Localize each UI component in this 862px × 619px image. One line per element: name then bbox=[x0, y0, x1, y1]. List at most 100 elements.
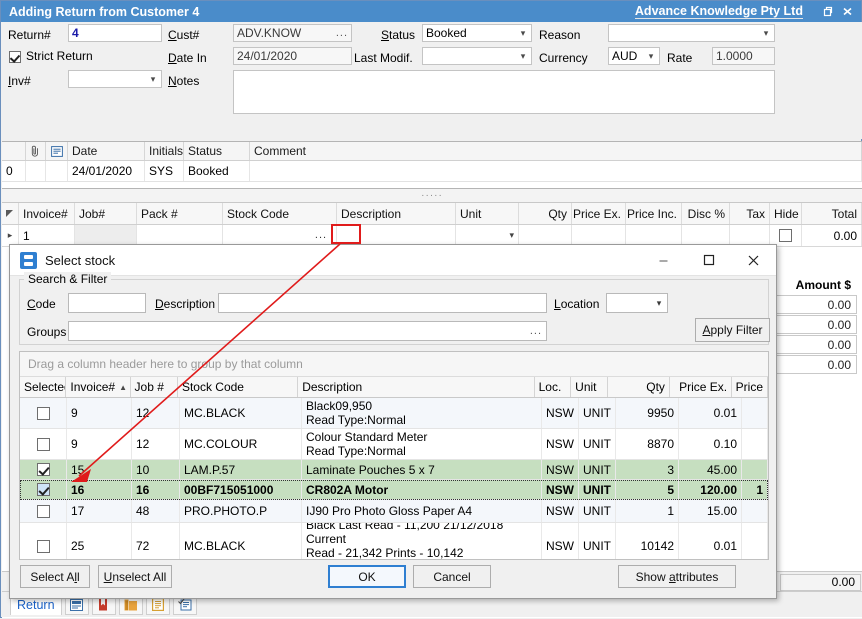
row-select-checkbox[interactable] bbox=[37, 438, 50, 451]
header-stock-code[interactable]: Stock Code bbox=[223, 203, 337, 224]
select-all-button[interactable]: Select All bbox=[20, 565, 90, 588]
history-grid-header: Date Initials Status Comment bbox=[2, 142, 862, 161]
code-input[interactable] bbox=[68, 293, 146, 313]
row-select-checkbox[interactable] bbox=[37, 463, 50, 476]
return-number-field[interactable]: 4 bbox=[68, 24, 162, 42]
header-price-ex[interactable]: Price Ex. bbox=[670, 377, 732, 397]
header-price-ex[interactable]: Price Ex. bbox=[572, 203, 626, 224]
header-stock-code[interactable]: Stock Code bbox=[178, 377, 298, 397]
header-qty[interactable]: Qty bbox=[519, 203, 572, 224]
row-select-checkbox[interactable] bbox=[37, 540, 50, 553]
row-selected[interactable] bbox=[20, 429, 67, 459]
close-icon[interactable] bbox=[837, 2, 857, 21]
cancel-button[interactable]: Cancel bbox=[413, 565, 491, 588]
header-pack[interactable]: Pack # bbox=[137, 203, 223, 224]
row-disc[interactable] bbox=[682, 225, 730, 246]
row-pack[interactable] bbox=[137, 225, 223, 246]
row-tax[interactable] bbox=[730, 225, 770, 246]
row-selected[interactable] bbox=[20, 480, 67, 499]
inv-number-combo[interactable]: ▾ bbox=[68, 70, 162, 88]
groups-input[interactable]: ... bbox=[68, 321, 547, 341]
table-row[interactable]: 9 12 MC.BLACK Black09,950 Read Type:Norm… bbox=[20, 398, 768, 429]
cust-number-field[interactable]: ADV.KNOW ... bbox=[233, 24, 352, 42]
row-stock-code[interactable]: ... bbox=[223, 225, 337, 246]
row-invoice: 16 bbox=[67, 480, 132, 499]
table-row[interactable]: 9 12 MC.COLOUR Colour Standard Meter Rea… bbox=[20, 429, 768, 460]
header-description[interactable]: Description bbox=[337, 203, 456, 224]
header-total[interactable]: Total bbox=[802, 203, 862, 224]
grid-splitter[interactable]: ····· bbox=[2, 189, 862, 203]
row-description-line1: Black Last Read - 11,200 21/12/2018 Curr… bbox=[306, 523, 537, 546]
cust-ellipsis-icon[interactable]: ... bbox=[332, 27, 348, 39]
row-price-inc[interactable] bbox=[626, 225, 682, 246]
date-in-value: 24/01/2020 bbox=[237, 49, 348, 63]
table-row[interactable]: 16 16 00BF715051000 CR802A Motor NSW UNI… bbox=[20, 480, 768, 500]
header-qty[interactable]: Qty bbox=[608, 377, 670, 397]
table-row[interactable]: 17 48 PRO.PHOTO.P IJ90 Pro Photo Gloss P… bbox=[20, 500, 768, 523]
stock-icon bbox=[20, 252, 37, 269]
reason-combo[interactable]: ▾ bbox=[608, 24, 775, 42]
show-attributes-button[interactable]: Show attributes bbox=[618, 565, 736, 588]
last-modif-combo[interactable]: ▾ bbox=[422, 47, 532, 65]
header-price-inc[interactable]: Price bbox=[732, 377, 768, 397]
close-icon[interactable] bbox=[731, 246, 776, 275]
row-selected[interactable] bbox=[20, 398, 67, 428]
header-disc[interactable]: Disc % bbox=[682, 203, 730, 224]
description-input[interactable] bbox=[218, 293, 547, 313]
window-title: Adding Return from Customer 4 bbox=[9, 5, 199, 19]
row-selected[interactable] bbox=[20, 460, 67, 479]
row-selected[interactable] bbox=[20, 523, 67, 560]
hide-checkbox[interactable] bbox=[779, 229, 792, 242]
row-select-checkbox[interactable] bbox=[37, 483, 50, 496]
table-row[interactable]: 25 72 MC.BLACK Black Last Read - 11,200 … bbox=[20, 523, 768, 560]
unselect-all-button[interactable]: Unselect All bbox=[98, 565, 172, 588]
groups-label: Groups bbox=[27, 325, 66, 339]
maximize-icon[interactable] bbox=[686, 246, 731, 275]
row-select-checkbox[interactable] bbox=[37, 407, 50, 420]
location-combo[interactable]: ▾ bbox=[606, 293, 668, 313]
row-price-inc bbox=[742, 460, 768, 479]
currency-combo[interactable]: AUD ▾ bbox=[608, 47, 660, 65]
row-qty[interactable] bbox=[519, 225, 572, 246]
stock-code-ellipsis-button[interactable]: ... bbox=[310, 227, 332, 242]
header-status[interactable]: Status bbox=[184, 142, 250, 160]
minimize-icon[interactable] bbox=[641, 246, 686, 275]
header-loc[interactable]: Loc. bbox=[535, 377, 572, 397]
ok-button[interactable]: OK bbox=[328, 565, 406, 588]
header-initials[interactable]: Initials bbox=[145, 142, 184, 160]
row-job[interactable] bbox=[75, 225, 137, 246]
status-combo[interactable]: Booked ▾ bbox=[422, 24, 532, 42]
row-description: Laminate Pouches 5 x 7 bbox=[302, 460, 542, 479]
header-invoice[interactable]: Invoice# ▲ bbox=[66, 377, 130, 397]
header-unit[interactable]: Unit bbox=[456, 203, 519, 224]
row-select-checkbox[interactable] bbox=[37, 505, 50, 518]
header-comment[interactable]: Comment bbox=[250, 142, 862, 160]
row-job: 12 bbox=[132, 429, 180, 459]
header-invoice[interactable]: Invoice# bbox=[19, 203, 75, 224]
rate-field[interactable]: 1.0000 bbox=[712, 47, 775, 65]
row-unit[interactable]: ▾ bbox=[456, 225, 519, 246]
table-row[interactable]: 0 24/01/2020 SYS Booked bbox=[2, 161, 862, 182]
header-hide[interactable]: Hide bbox=[770, 203, 802, 224]
header-job[interactable]: Job # bbox=[131, 377, 178, 397]
header-price-inc[interactable]: Price Inc. bbox=[626, 203, 682, 224]
header-job[interactable]: Job# bbox=[75, 203, 137, 224]
header-description[interactable]: Description bbox=[298, 377, 534, 397]
group-by-drop-area[interactable]: Drag a column header here to group by th… bbox=[20, 352, 768, 377]
row-hide[interactable] bbox=[770, 225, 802, 246]
row-selected[interactable] bbox=[20, 500, 67, 522]
grid-menu-icon[interactable] bbox=[2, 203, 19, 224]
row-price-ex[interactable] bbox=[572, 225, 626, 246]
strict-return-checkbox[interactable] bbox=[9, 51, 21, 63]
header-selected[interactable]: Selected bbox=[20, 377, 66, 397]
notes-textarea[interactable] bbox=[233, 70, 775, 114]
restore-icon[interactable] bbox=[817, 2, 837, 21]
header-unit[interactable]: Unit bbox=[571, 377, 608, 397]
header-date[interactable]: Date bbox=[68, 142, 145, 160]
apply-filter-button[interactable]: Apply Filter bbox=[695, 318, 770, 342]
groups-ellipsis-icon[interactable]: ... bbox=[530, 325, 542, 337]
header-tax[interactable]: Tax bbox=[730, 203, 770, 224]
table-row[interactable]: 15 10 LAM.P.57 Laminate Pouches 5 x 7 NS… bbox=[20, 460, 768, 480]
header-invoice-label: Invoice# bbox=[70, 380, 115, 394]
date-in-field[interactable]: 24/01/2020 bbox=[233, 47, 352, 65]
